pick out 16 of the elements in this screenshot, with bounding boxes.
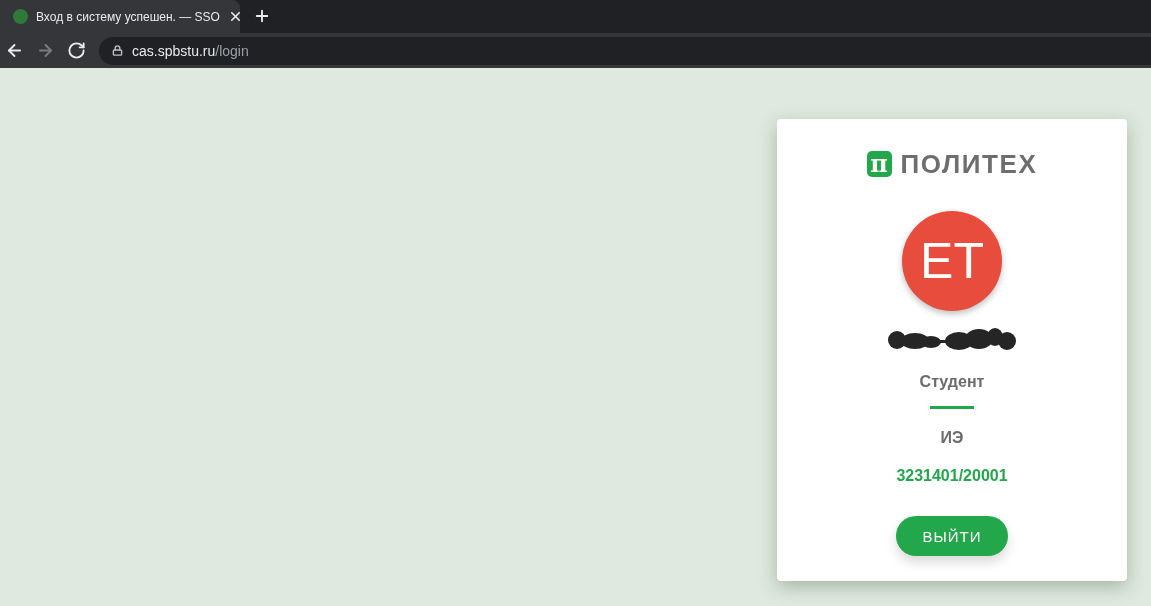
tab-title: Вход в систему успешен. — SSO bbox=[36, 9, 220, 24]
department-text: ИЭ bbox=[940, 428, 964, 447]
avatar: ET bbox=[902, 211, 1002, 311]
address-bar[interactable]: cas.spbstu.ru/login bbox=[99, 36, 1151, 65]
reload-button[interactable] bbox=[66, 40, 86, 61]
group-number: 3231401/20001 bbox=[896, 466, 1008, 485]
favicon-icon bbox=[13, 9, 28, 24]
lock-icon bbox=[112, 45, 123, 56]
logo-icon: π bbox=[866, 151, 892, 177]
url-text: cas.spbstu.ru/login bbox=[132, 42, 249, 59]
new-tab-button[interactable] bbox=[253, 7, 271, 25]
reload-icon bbox=[66, 41, 86, 60]
browser-tab[interactable]: Вход в систему успешен. — SSO bbox=[0, 0, 240, 33]
plus-icon bbox=[253, 7, 271, 25]
logo-text: ПОЛИТЕХ bbox=[900, 151, 1038, 177]
role-text: Студент bbox=[919, 372, 985, 391]
